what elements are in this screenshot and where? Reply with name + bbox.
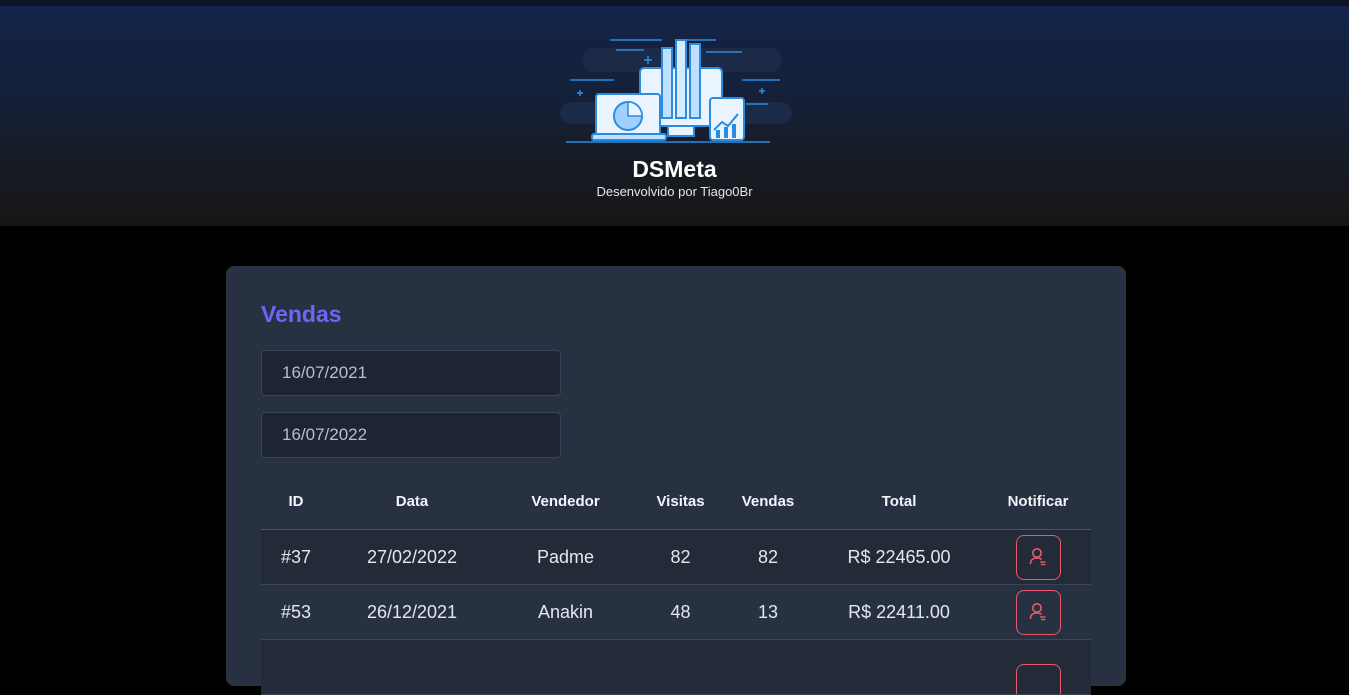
cell-id: #53: [280, 601, 312, 622]
column-header-id: ID: [288, 493, 304, 510]
table-row-partial: [261, 640, 1091, 695]
column-header-seller: Vendedor: [531, 493, 600, 510]
sales-title: Vendas: [261, 301, 342, 327]
table-row: #53 26/12/2021 Anakin 48 13 R$ 22411.00: [261, 585, 1091, 640]
cell-date: 27/02/2022: [366, 546, 458, 567]
notify-button[interactable]: [1015, 589, 1061, 635]
cell-visits: 48: [670, 601, 691, 622]
column-header-visits: Visitas: [656, 493, 705, 510]
cell-sales: 82: [757, 546, 779, 567]
column-header-sales: Vendas: [741, 493, 795, 510]
cell-notify: [985, 585, 1091, 639]
notify-button[interactable]: [1015, 534, 1061, 580]
cell-total: R$ 22465.00: [847, 546, 951, 567]
analytics-devices-logo-icon: [560, 39, 792, 143]
app-header: DSMeta Desenvolvido por Tiago0Br: [0, 6, 1349, 226]
cell-seller: Padme: [536, 546, 595, 567]
cell-notify: [985, 530, 1091, 584]
app-subtitle: Desenvolvido por Tiago0Br: [596, 184, 753, 199]
sales-table: ID Data Vendedor Visitas Vendas Total No…: [261, 474, 1091, 695]
table-header-row: ID Data Vendedor Visitas Vendas Total No…: [261, 474, 1091, 530]
cell-visits: 82: [670, 546, 691, 567]
app-title: DSMeta: [632, 156, 717, 182]
cell-notify: [985, 640, 1091, 694]
cell-sales: 13: [757, 601, 779, 622]
max-date-input[interactable]: 16/07/2022: [261, 412, 561, 458]
sales-card: Vendas 16/07/2021 16/07/2022 ID Data Ven…: [226, 266, 1126, 695]
column-header-total: Total: [881, 493, 917, 510]
column-header-date: Data: [395, 493, 429, 510]
user-notify-icon: [1029, 603, 1046, 621]
cell-date: 26/12/2021: [366, 601, 458, 622]
table-row: #37 27/02/2022 Padme 82 82 R$ 22465.00: [261, 530, 1091, 585]
cell-id: #37: [280, 546, 312, 567]
user-notify-icon: [1029, 548, 1046, 566]
notify-button[interactable]: [1015, 664, 1061, 694]
column-header-notify: Notificar: [1007, 493, 1069, 510]
min-date-input[interactable]: 16/07/2021: [261, 350, 561, 396]
cell-seller: Anakin: [537, 601, 594, 622]
cell-total: R$ 22411.00: [848, 601, 950, 622]
